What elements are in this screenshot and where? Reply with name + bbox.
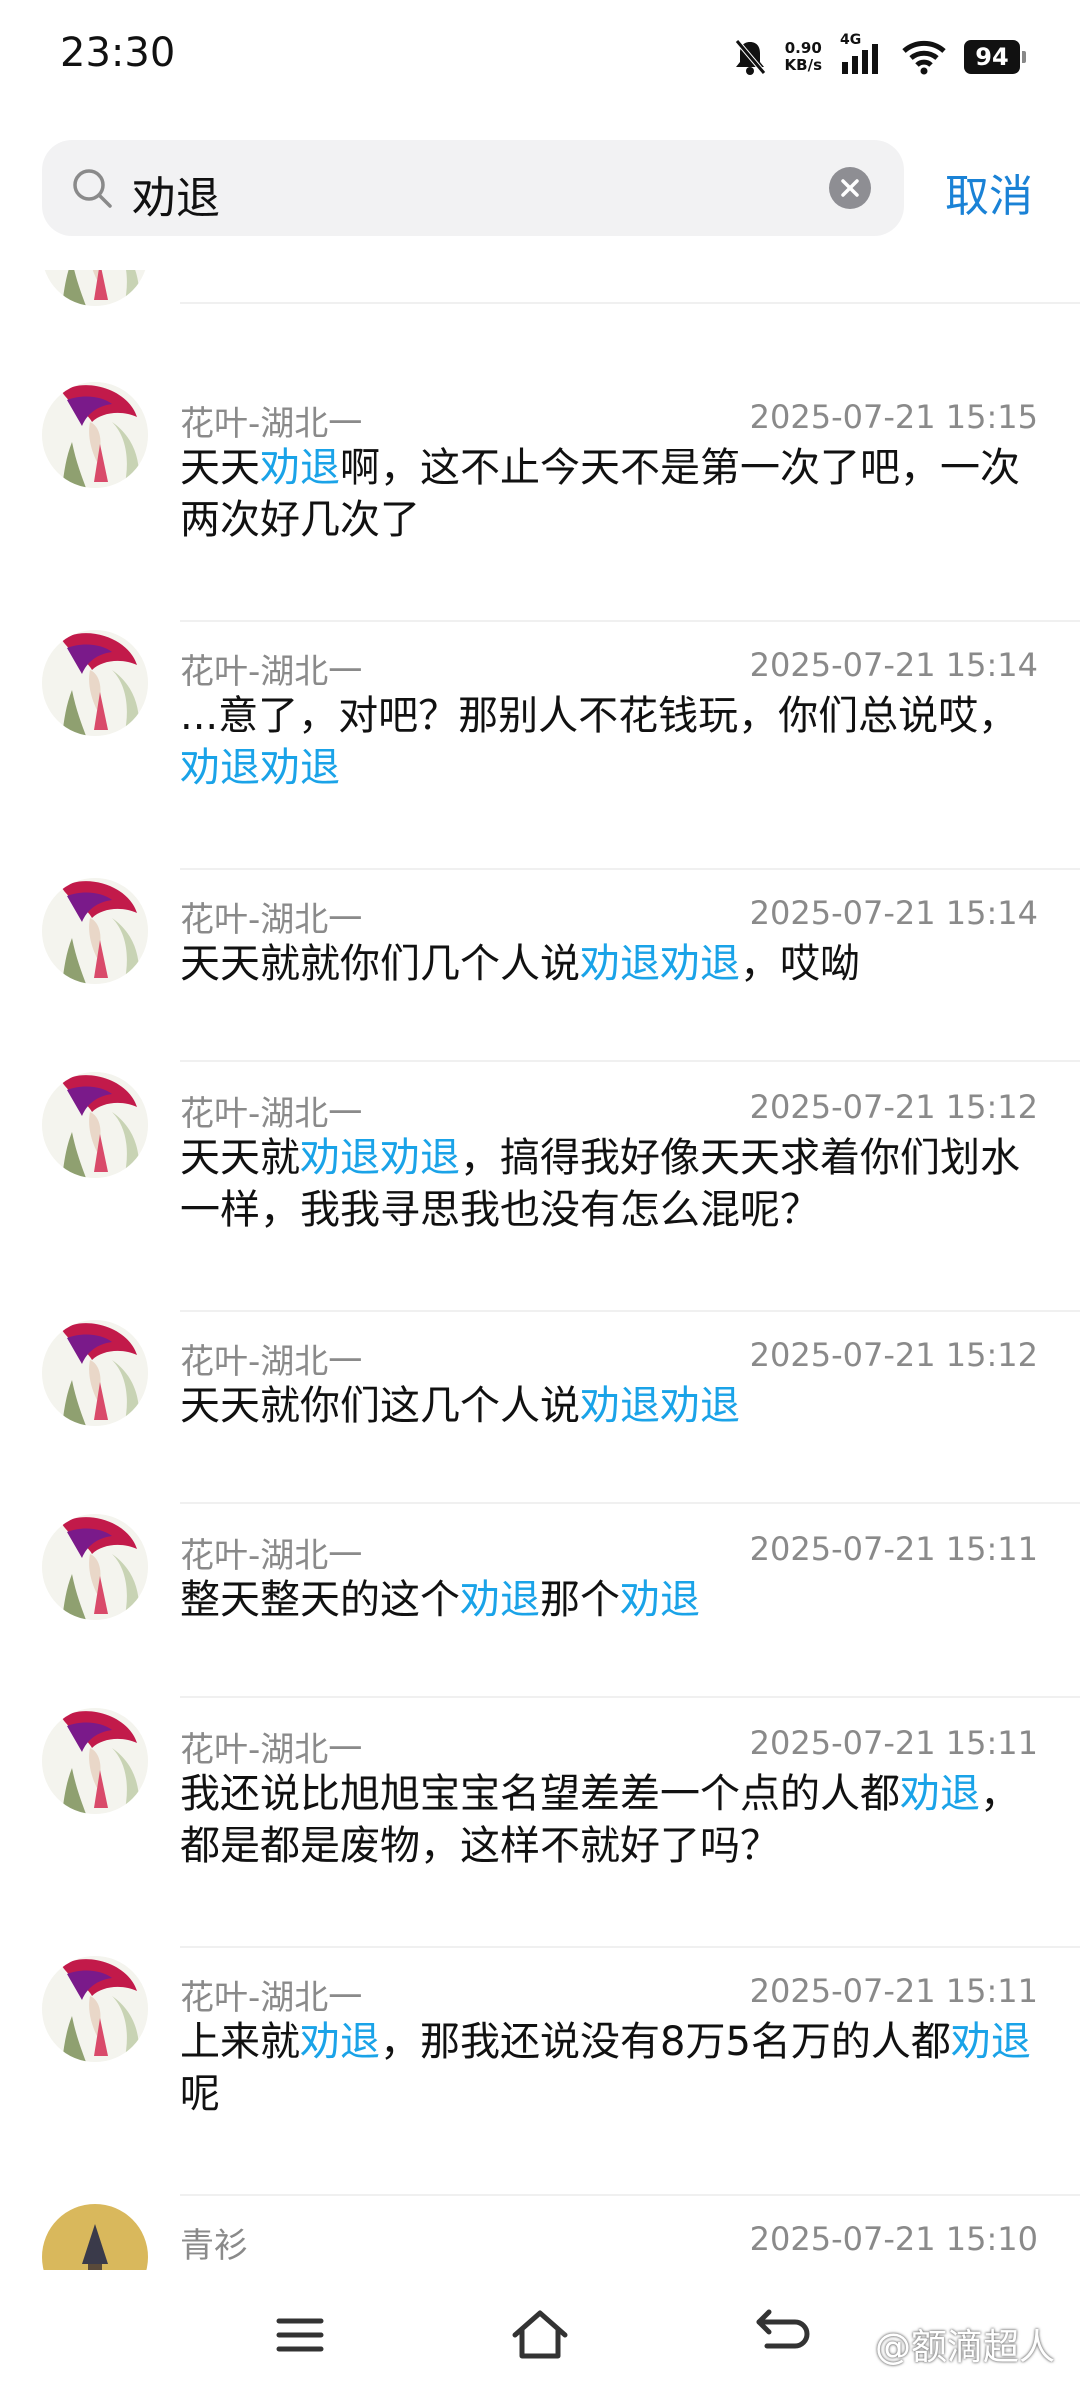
sender-name: 花叶-湖北一 [180,1730,363,1770]
message-text-segment: 那个 [540,1577,620,1623]
message-text-segment: 天天就就你们几个人说 [180,941,580,987]
message-text: 天天劝退啊，这不止今天不是第一次了吧，一次两次好几次了 [180,442,1040,546]
message-time: 2025-07-21 15:12 [749,1336,1038,1374]
message-item[interactable]: 花叶-湖北一 2025-07-21 15:12 天天就劝退劝退，搞得我好像天天求着你… [0,1072,1080,1322]
mute-bell-icon [734,39,766,75]
message-text-segment: 天天就 [180,1135,300,1181]
status-time: 23:30 [60,30,176,76]
sender-name: 花叶-湖北一 [180,1342,363,1382]
search-input[interactable]: 劝退 [42,140,904,236]
message-time: 2025-07-21 15:14 [749,894,1038,932]
message-time: 2025-07-21 15:11 [749,1724,1038,1762]
message-item[interactable]: 花叶-湖北一 2025-07-21 15:14 ...意了，对吧？那别人不花钱玩，你… [0,630,1080,880]
avatar[interactable] [42,630,148,736]
status-indicators: 0.90 KB/s 4G 94 [733,32,1026,82]
watermark: @额滴超人 [874,2327,1055,2368]
cancel-button[interactable]: 取消 [945,160,1033,224]
sender-name: 花叶-湖北一 [180,404,363,444]
message-time: 2025-07-21 15:15 [749,398,1038,436]
divider [180,620,1080,622]
divider [180,1946,1080,1948]
net-speed: 0.90 KB/s [785,40,822,74]
divider [180,1696,1080,1698]
message-time: 2025-07-21 15:14 [749,646,1038,684]
message-item[interactable]: 花叶-湖北一 2025-07-21 15:11 上来就劝退，那我还说没有8万5名万的… [0,1956,1080,2206]
message-text: 天天就劝退劝退，搞得我好像天天求着你们划水一样，我我寻思我也没有怎么混呢？ [180,1132,1040,1236]
keyword-highlight: 劝退 [260,445,340,491]
keyword-highlight: 劝退劝退 [580,941,740,987]
message-text-segment: ，那我还说没有8万5名万的人都 [380,2019,951,2065]
keyword-highlight: 劝退 [620,1577,700,1623]
message-text-segment: 我还说比旭旭宝宝名望差差一个点的人都 [180,1771,900,1817]
signal-group: 4G [840,32,884,76]
message-text: 上来就劝退，那我还说没有8万5名万的人都劝退呢 [180,2016,1040,2120]
sender-name: 花叶-湖北一 [180,1978,363,2018]
keyword-highlight: 劝退 [900,1771,980,1817]
keyword-highlight: 劝退劝退 [580,1383,740,1429]
back-icon[interactable] [745,2300,815,2370]
divider [180,868,1080,870]
message-time: 2025-07-21 15:12 [749,1088,1038,1126]
avatar[interactable] [42,1072,148,1178]
net-speed-unit: KB/s [784,56,822,74]
menu-icon[interactable] [265,2300,335,2370]
battery-icon: 94 [964,40,1026,74]
message-text-segment: 整天整天的这个 [180,1577,460,1623]
search-icon [73,169,112,208]
sender-name: 花叶-湖北一 [180,1094,363,1134]
divider [180,1502,1080,1504]
sender-name: 花叶-湖北一 [180,900,363,940]
avatar[interactable] [42,2204,148,2270]
search-query: 劝退 [132,173,220,224]
avatar[interactable] [42,1514,148,1620]
message-text: 整天整天的这个劝退那个劝退 [180,1574,1040,1626]
sender-name: 花叶-湖北一 [180,652,363,692]
message-time: 2025-07-21 15:11 [749,1530,1038,1568]
divider [180,302,1080,304]
divider [180,1310,1080,1312]
sender-name: 青衫 [180,2226,248,2266]
message-text: 天天就就你们几个人说劝退劝退，哎呦 [180,938,1040,990]
keyword-highlight: 劝退劝退 [180,745,340,791]
clear-icon[interactable] [828,166,872,210]
message-text-segment: 天天就你们这几个人说 [180,1383,580,1429]
keyword-highlight: 劝退劝退 [300,1135,460,1181]
home-icon[interactable] [505,2300,575,2370]
message-text: 天天就你们这几个人说劝退劝退 [180,1380,1040,1432]
message-text-segment: ...意了，对吧？那别人不花钱玩，你们总说哎， [180,693,1019,739]
message-item[interactable]: 花叶-湖北一 2025-07-21 15:11 我还说比旭旭宝宝名望差差一个点的人都… [0,1708,1080,1958]
search-bar: 劝退 取消 [0,120,1080,270]
divider [180,1060,1080,1062]
message-item[interactable]: 青衫 2025-07-21 15:10 [0,2204,1080,2270]
avatar[interactable] [42,270,148,306]
signal-icon [842,44,878,74]
sender-name: 花叶-湖北一 [180,1536,363,1576]
net-speed-value: 0.90 [784,39,822,57]
keyword-highlight: 劝退 [460,1577,540,1623]
message-item[interactable]: 花叶-湖北一 2025-07-21 15:15 天天劝退啊，这不止今天不是第一次了吧… [0,382,1080,632]
message-time: 2025-07-21 15:10 [749,2220,1038,2258]
avatar[interactable] [42,878,148,984]
message-text: ...意了，对吧？那别人不花钱玩，你们总说哎， 劝退劝退 [180,690,1040,794]
divider [180,2194,1080,2196]
search-results-list: 不就是你还有另外两三个人说劝退花叶-湖北一2025-07-21 15:15天天劝… [0,270,1080,2270]
message-text: 我还说比旭旭宝宝名望差差一个点的人都劝退，都是都是废物，这样不就好了吗？ [180,1768,1040,1872]
avatar[interactable] [42,1708,148,1814]
avatar[interactable] [42,382,148,488]
keyword-highlight: 劝退 [300,2019,380,2065]
message-text-segment: 上来就 [180,2019,300,2065]
avatar[interactable] [42,1320,148,1426]
navigation-bar: @额滴超人 [0,2270,1080,2400]
message-text-segment: 呢 [180,2071,220,2117]
battery-level: 94 [975,43,1009,71]
wifi-icon [902,40,946,75]
message-text-segment: ，哎呦 [740,941,860,987]
avatar[interactable] [42,1956,148,2062]
message-time: 2025-07-21 15:11 [749,1972,1038,2010]
keyword-highlight: 劝退 [950,2019,1031,2065]
status-bar: 23:30 0.90 KB/s 4G 94 [0,0,1080,120]
message-text-segment: 天天 [180,445,260,491]
